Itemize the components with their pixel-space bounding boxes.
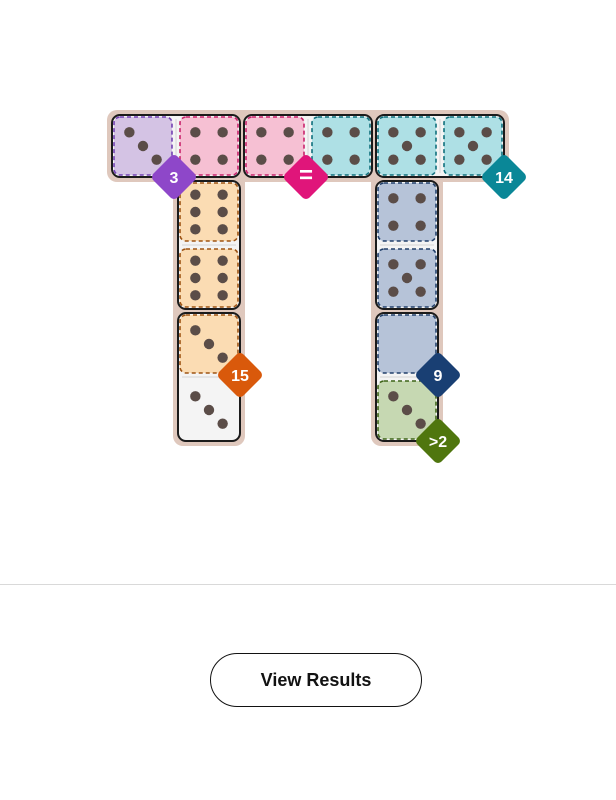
pip-dot: [190, 224, 201, 235]
pip-dot: [415, 286, 426, 297]
pip-dot: [190, 255, 201, 266]
section-divider: [0, 584, 616, 585]
pip-dot: [190, 325, 201, 336]
pip-dot: [190, 154, 201, 165]
pip-dot: [283, 154, 294, 165]
orange-region-cell: [179, 182, 239, 242]
pip-dot: [217, 224, 228, 235]
pink-region-cell: [179, 116, 239, 176]
pip-dot: [322, 154, 333, 165]
pip-dot: [388, 127, 399, 138]
orange-region-cell: [179, 248, 239, 308]
pip-dot: [401, 404, 413, 416]
pip-dot: [349, 127, 360, 138]
badge-label: 9: [434, 368, 443, 385]
pip-dot: [283, 127, 294, 138]
pip-dot: [151, 154, 162, 165]
domino-left-upper[interactable]: [177, 180, 241, 310]
pip-dot: [454, 127, 465, 138]
pip-dot: [124, 127, 135, 138]
pip-dot: [415, 259, 426, 270]
pip-dot: [256, 154, 267, 165]
pip-dot: [190, 290, 201, 301]
pip-dot: [217, 290, 228, 301]
badge-label: >2: [429, 434, 447, 451]
pip-dot: [217, 154, 228, 165]
badge-label: =: [299, 162, 313, 189]
pip-dot: [322, 127, 333, 138]
pip-dot: [415, 418, 426, 429]
pip-dot: [190, 189, 201, 200]
slate-region-cell: [377, 182, 437, 242]
pip-dot: [415, 127, 426, 138]
pip-dot: [388, 259, 399, 270]
pip-dot: [401, 272, 413, 284]
pip-dot: [388, 193, 399, 204]
pip-dot: [217, 352, 228, 363]
pip-dot: [137, 140, 149, 152]
pip-dot: [388, 220, 399, 231]
pip-dot: [203, 404, 215, 416]
pips-puzzle-board: 3 = 14 15 9 >2: [107, 110, 526, 463]
pip-dot: [217, 189, 228, 200]
domino-top-right[interactable]: [375, 114, 505, 178]
pip-dot: [388, 391, 399, 402]
pip-dot: [349, 154, 360, 165]
badge-label: 14: [495, 170, 513, 187]
pip-dot: [190, 127, 201, 138]
pip-dot: [388, 286, 399, 297]
pip-dot: [256, 127, 267, 138]
pip-dot: [415, 193, 426, 204]
pip-dot: [467, 140, 479, 152]
pip-dot: [217, 272, 228, 284]
pip-dot: [454, 154, 465, 165]
pip-dot: [401, 140, 413, 152]
pip-dot: [481, 154, 492, 165]
badge-label: 15: [231, 368, 249, 385]
cyan-region-cell: [311, 116, 371, 176]
pip-dot: [481, 127, 492, 138]
pip-dot: [415, 154, 426, 165]
view-results-button[interactable]: View Results: [210, 653, 422, 707]
badge-label: 3: [170, 170, 179, 187]
pip-dot: [203, 338, 215, 350]
pip-dot: [190, 206, 201, 218]
pip-dot: [217, 255, 228, 266]
pip-dot: [190, 391, 201, 402]
pip-dot: [217, 418, 228, 429]
pip-dot: [217, 127, 228, 138]
pip-dot: [190, 272, 201, 284]
pip-dot: [217, 206, 228, 218]
pip-dot: [415, 220, 426, 231]
pip-dot: [388, 154, 399, 165]
domino-right-upper[interactable]: [375, 180, 439, 310]
